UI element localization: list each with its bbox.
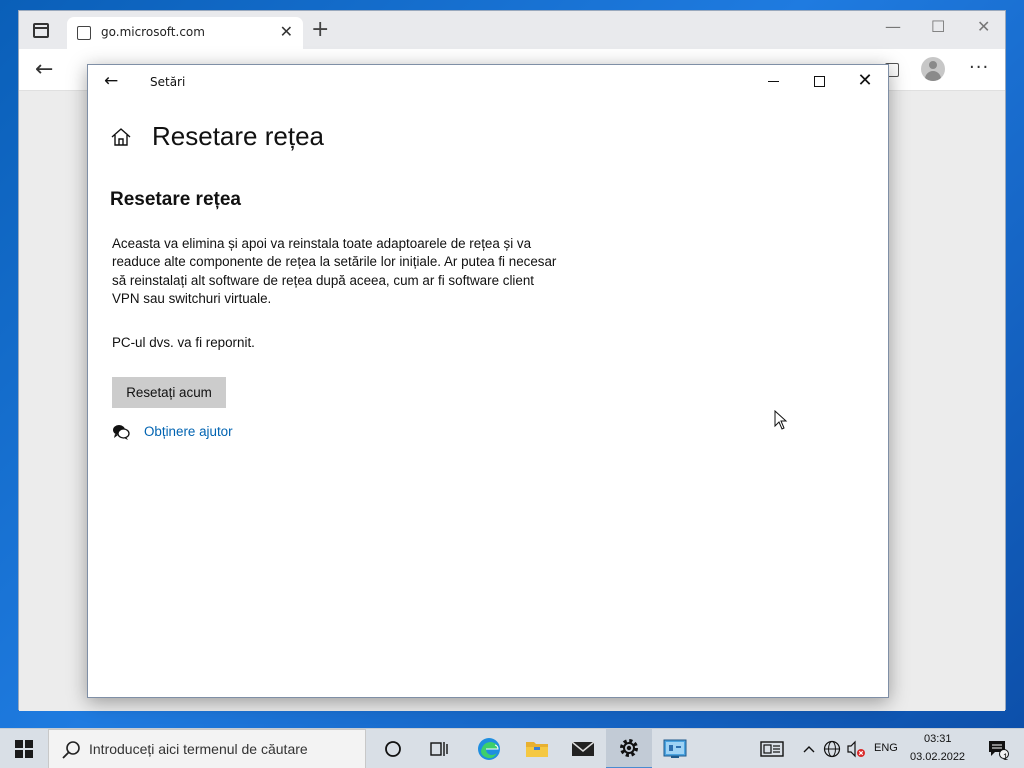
search-icon <box>62 741 80 759</box>
section-title: Resetare rețea <box>110 189 241 210</box>
browser-minimize-icon[interactable]: — <box>885 17 901 36</box>
control-panel-icon <box>663 739 687 758</box>
browser-close-icon[interactable]: ✕ <box>977 17 990 36</box>
taskbar-file-explorer-button[interactable] <box>514 729 560 768</box>
tab-close-icon[interactable]: ✕ <box>280 22 293 41</box>
minimize-icon <box>767 80 779 82</box>
cortana-button[interactable] <box>370 729 416 768</box>
close-button[interactable]: ✕ <box>842 65 888 97</box>
folder-icon <box>526 742 548 757</box>
taskbar-settings-button[interactable] <box>606 729 652 768</box>
browser-tab-bar: go.microsoft.com ✕ + — ☐ ✕ <box>19 11 1005 49</box>
restart-note: PC-ul dvs. va fi repornit. <box>112 335 255 350</box>
reset-description: Aceasta va elimina și apoi va reinstala … <box>112 236 557 307</box>
windows-logo-icon <box>15 740 33 758</box>
task-view-icon <box>430 742 448 756</box>
clock-date[interactable]: 03.02.2022 <box>910 751 965 763</box>
home-icon[interactable] <box>110 126 132 148</box>
language-indicator[interactable]: ENG <box>874 742 898 754</box>
taskbar-control-panel-button[interactable] <box>652 729 698 768</box>
settings-titlebar: ← Setări ✕ <box>88 65 888 99</box>
mail-icon <box>571 741 595 756</box>
news-icon <box>760 741 784 757</box>
cortana-circle-icon <box>385 741 401 757</box>
taskbar-search-box[interactable]: Introduceți aici termenul de căutare <box>48 729 366 768</box>
show-hidden-icons-button[interactable] <box>798 729 820 768</box>
globe-network-icon <box>823 740 841 758</box>
volume-muted-icon <box>847 740 865 758</box>
settings-back-icon[interactable]: ← <box>104 71 118 91</box>
browser-maximize-icon[interactable]: ☐ <box>931 17 945 36</box>
news-widget-button[interactable] <box>748 729 796 768</box>
taskbar-edge-button[interactable] <box>466 729 512 768</box>
window-title: Setări <box>150 75 186 89</box>
taskbar: Introduceți aici termenul de căutare ENG… <box>0 728 1024 768</box>
profile-avatar-icon[interactable] <box>921 57 945 81</box>
maximize-button[interactable] <box>796 65 842 97</box>
new-tab-button[interactable]: + <box>311 19 329 41</box>
more-options-icon[interactable]: ··· <box>969 57 989 78</box>
chat-help-icon <box>113 425 130 440</box>
close-icon: ✕ <box>857 70 873 91</box>
notification-count: 1 <box>1003 752 1009 762</box>
notification-center-button[interactable]: 1 <box>978 729 1018 768</box>
maximize-icon <box>813 75 825 87</box>
reset-now-button[interactable]: Resetați acum <box>112 377 226 408</box>
get-help-link[interactable]: Obținere ajutor <box>144 424 233 439</box>
search-placeholder: Introduceți aici termenul de căutare <box>89 741 308 757</box>
gear-icon <box>620 739 638 757</box>
taskbar-mail-button[interactable] <box>560 729 606 768</box>
browser-tab[interactable]: go.microsoft.com ✕ <box>67 17 303 49</box>
browser-back-icon[interactable]: ← <box>35 57 53 82</box>
task-view-button[interactable] <box>416 729 462 768</box>
mouse-cursor-icon <box>774 410 788 430</box>
start-button[interactable] <box>0 729 48 768</box>
settings-window: ← Setări ✕ Resetare rețea Resetare rețea… <box>87 64 889 698</box>
tab-title: go.microsoft.com <box>101 25 205 39</box>
tab-actions-icon[interactable] <box>33 23 49 38</box>
page-title: Resetare rețea <box>152 121 324 151</box>
volume-button[interactable] <box>844 729 868 768</box>
page-favicon-icon <box>77 26 91 40</box>
network-status-button[interactable] <box>820 729 844 768</box>
clock-time[interactable]: 03:31 <box>924 733 952 745</box>
minimize-button[interactable] <box>750 65 796 97</box>
edge-browser-icon <box>478 738 500 760</box>
chevron-up-icon <box>803 746 815 753</box>
